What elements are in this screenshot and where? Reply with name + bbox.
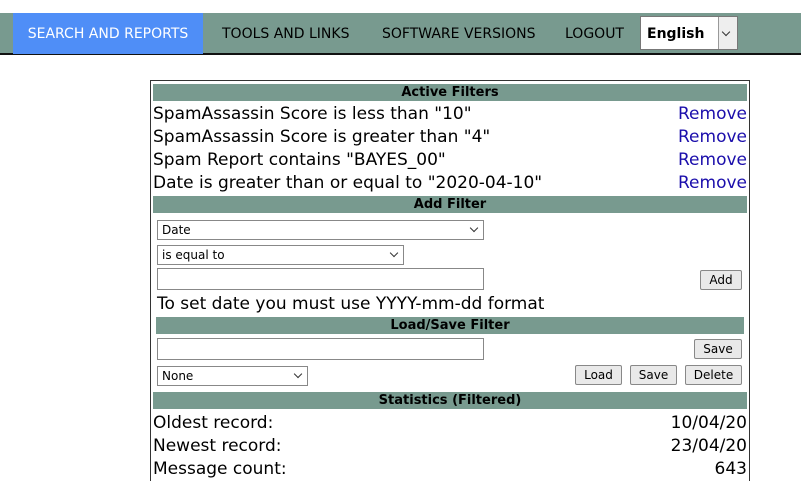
load-save-filter-header: Load/Save Filter (156, 317, 744, 334)
save-saved-filter-button[interactable]: Save (630, 365, 677, 385)
nav-tools-and-links[interactable]: TOOLS AND LINKS (222, 13, 349, 54)
language-value: English (647, 26, 705, 42)
stat-value: 10/04/20 (670, 413, 747, 433)
load-filter-button[interactable]: Load (575, 365, 622, 385)
nav-logout[interactable]: LOGOUT (565, 13, 624, 54)
filter-operator-select[interactable]: is equal to (157, 245, 404, 265)
filter-panel: Active Filters SpamAssassin Score is les… (150, 80, 750, 481)
statistics-header: Statistics (Filtered) (153, 392, 747, 409)
language-select[interactable]: English (640, 16, 738, 50)
language-dropdown-button[interactable] (718, 17, 737, 49)
active-filters-header: Active Filters (153, 84, 747, 101)
chevron-down-icon (293, 369, 303, 379)
nav-search-and-reports[interactable]: SEARCH AND REPORTS (13, 13, 203, 54)
active-filter-item: Spam Report contains "BAYES_00" (153, 150, 446, 170)
filter-value-input[interactable] (157, 268, 484, 290)
top-nav: SEARCH AND REPORTS TOOLS AND LINKS SOFTW… (0, 13, 801, 55)
saved-filter-select[interactable]: None (157, 366, 308, 386)
active-filter-item: SpamAssassin Score is less than "10" (153, 104, 472, 124)
date-format-note: To set date you must use YYYY-mm-dd form… (157, 294, 545, 314)
active-filter-item: Date is greater than or equal to "2020-0… (153, 173, 543, 193)
remove-filter-link[interactable]: Remove (678, 173, 747, 193)
filter-field-value: Date (162, 223, 191, 237)
stat-label: Message count: (153, 459, 287, 479)
add-filter-header: Add Filter (153, 196, 747, 213)
active-filter-item: SpamAssassin Score is greater than "4" (153, 127, 491, 147)
remove-filter-link[interactable]: Remove (678, 150, 747, 170)
saved-filter-value: None (162, 369, 194, 383)
filter-field-select[interactable]: Date (157, 220, 484, 240)
filter-name-input[interactable] (157, 338, 484, 360)
remove-filter-link[interactable]: Remove (678, 127, 747, 147)
filter-operator-value: is equal to (162, 248, 225, 262)
add-filter-button[interactable]: Add (700, 270, 742, 290)
delete-filter-button[interactable]: Delete (685, 365, 742, 385)
remove-filter-link[interactable]: Remove (678, 104, 747, 124)
stat-value: 643 (714, 459, 747, 479)
chevron-down-icon (721, 27, 731, 37)
chevron-down-icon (389, 248, 399, 258)
nav-software-versions[interactable]: SOFTWARE VERSIONS (382, 13, 536, 54)
stat-label: Newest record: (153, 436, 282, 456)
save-filter-button[interactable]: Save (694, 339, 742, 359)
stat-label: Oldest record: (153, 413, 274, 433)
chevron-down-icon (469, 223, 479, 233)
stat-value: 23/04/20 (670, 436, 747, 456)
